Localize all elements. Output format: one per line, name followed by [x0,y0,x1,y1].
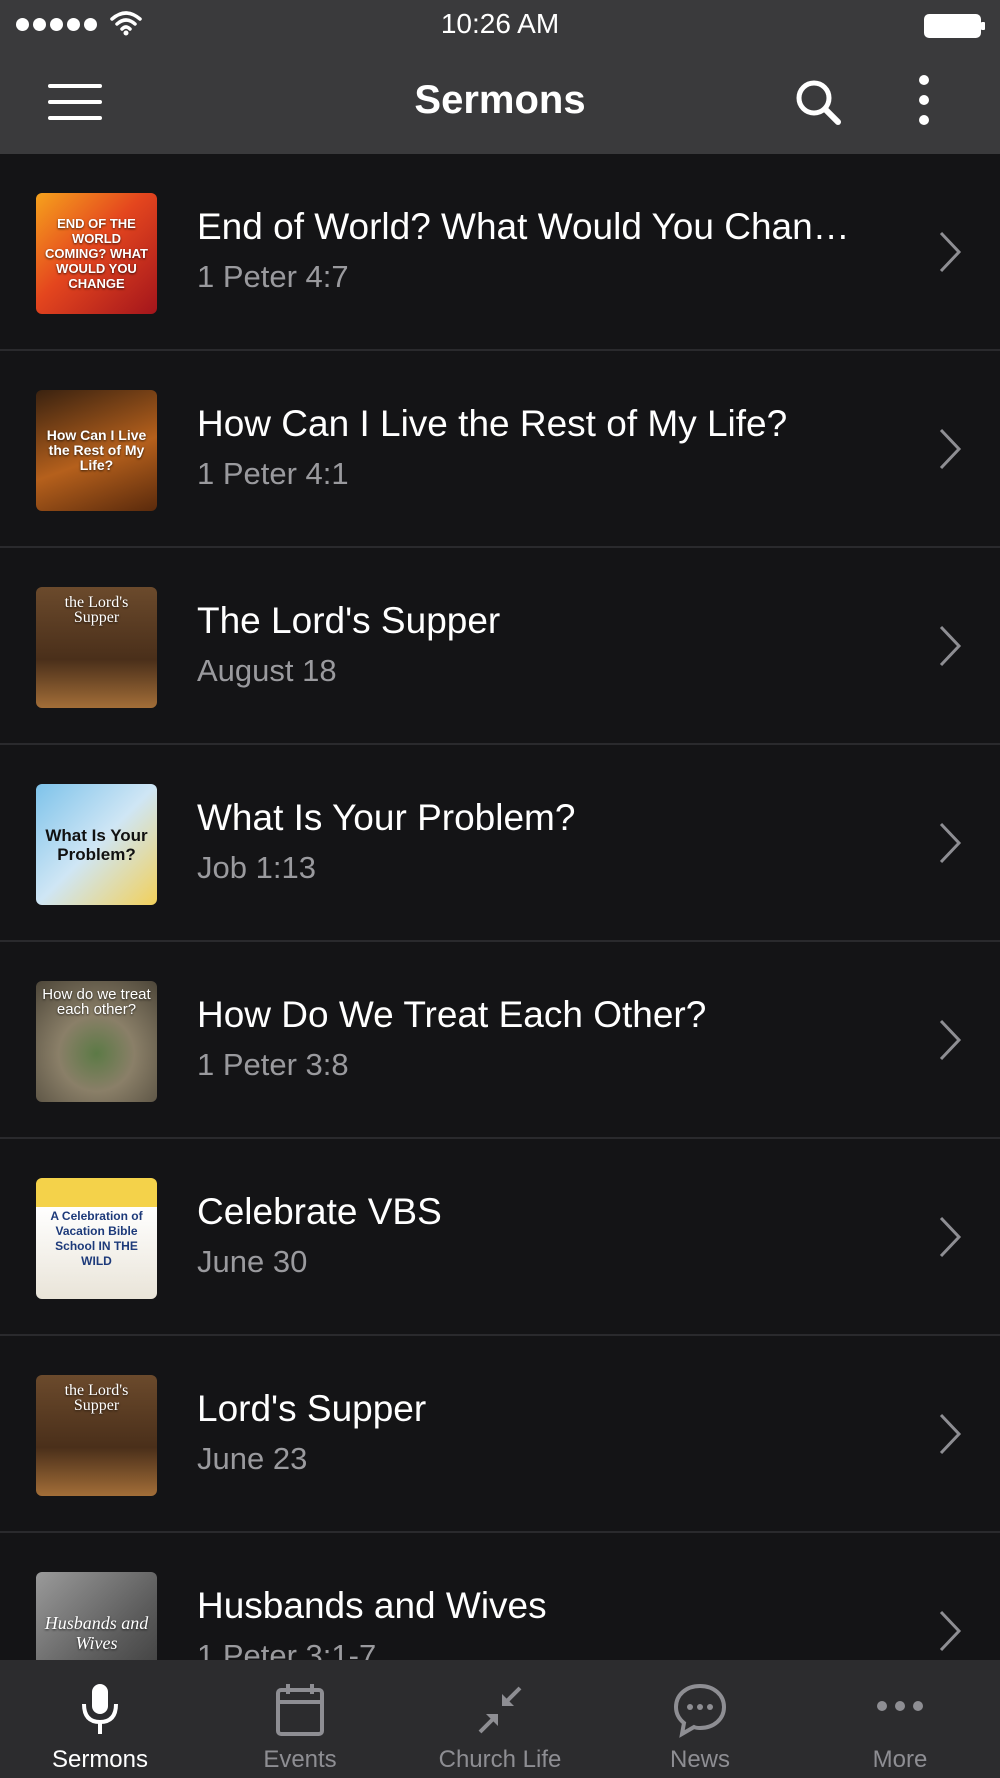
tab-label: More [872,1746,928,1773]
tab-label: Events [263,1746,337,1773]
tab-more[interactable]: More [800,1660,1000,1778]
chevron-right-icon [939,1216,962,1258]
chevron-right-icon [939,625,962,667]
sermon-subtitle: 1 Peter 3:1-7 [197,1638,377,1660]
sermon-row[interactable]: the Lord's Supper Lord's Supper June 23 [0,1336,1000,1533]
page-title: Sermons [414,78,586,122]
sermon-title: What Is Your Problem? [197,797,576,838]
sermon-title: Lord's Supper [197,1388,427,1429]
chevron-right-icon [939,231,962,273]
tab-events[interactable]: Events [200,1660,400,1778]
chevron-right-icon [939,428,962,470]
sermon-list: END OF THE WORLD COMING? WHAT WOULD YOU … [0,154,1000,1660]
sermon-thumbnail: What Is Your Problem? [36,784,157,905]
app-bar: Sermons [0,50,1000,154]
sermon-row[interactable]: How Can I Live the Rest of My Life? How … [0,351,1000,548]
sermon-title: How Do We Treat Each Other? [197,994,707,1035]
sermon-row[interactable]: A Celebration of Vacation Bible School I… [0,1139,1000,1336]
sermon-title: Celebrate VBS [197,1191,442,1232]
sermon-title: End of World? What Would You Chan… [197,206,850,247]
collapse-arrows-icon [478,1686,522,1734]
sermon-subtitle: August 18 [197,653,337,688]
tab-sermons[interactable]: Sermons [0,1660,200,1778]
sermon-thumbnail: END OF THE WORLD COMING? WHAT WOULD YOU … [36,193,157,314]
tab-bar: Sermons Events Church Life News More [0,1660,1000,1778]
sermon-subtitle: June 30 [197,1244,308,1279]
sermon-title: The Lord's Supper [197,600,501,641]
chevron-right-icon [939,1019,962,1061]
sermon-thumbnail: How do we treat each other? [36,981,157,1102]
sermon-row[interactable]: What Is Your Problem? What Is Your Probl… [0,745,1000,942]
battery-icon [924,14,985,38]
tab-label: Church Life [438,1746,562,1773]
chat-bubble-icon [673,1683,727,1738]
chevron-right-icon [939,822,962,864]
status-time: 10:26 AM [440,8,560,39]
sermon-thumbnail: the Lord's Supper [36,587,157,708]
search-icon[interactable] [794,78,842,126]
calendar-icon [276,1684,324,1736]
tab-news[interactable]: News [600,1660,800,1778]
chevron-right-icon [939,1413,962,1455]
sermon-subtitle: 1 Peter 4:1 [197,456,349,491]
sermon-subtitle: June 23 [197,1441,308,1476]
status-bar: 10:26 AM [0,0,1000,50]
sermon-thumbnail: the Lord's Supper [36,1375,157,1496]
sermon-title: Husbands and Wives [197,1585,547,1626]
sermon-thumbnail: A Celebration of Vacation Bible School I… [36,1178,157,1299]
chevron-right-icon [939,1610,962,1652]
overflow-menu-icon[interactable] [914,74,934,130]
sermon-thumbnail: Husbands and Wives [36,1572,157,1660]
sermon-row[interactable]: Husbands and Wives Husbands and Wives 1 … [0,1533,1000,1660]
sermon-subtitle: 1 Peter 3:8 [197,1047,349,1082]
microphone-icon [82,1684,118,1734]
sermon-title: How Can I Live the Rest of My Life? [197,403,788,444]
tab-label: News [669,1746,730,1773]
sermon-subtitle: Job 1:13 [197,850,316,885]
sermon-subtitle: 1 Peter 4:7 [197,259,349,294]
tab-church-life[interactable]: Church Life [400,1660,600,1778]
more-dots-icon [877,1701,923,1711]
sermon-row[interactable]: How do we treat each other? How Do We Tr… [0,942,1000,1139]
sermon-thumbnail: How Can I Live the Rest of My Life? [36,390,157,511]
tab-label: Sermons [51,1746,149,1773]
sermon-row[interactable]: the Lord's Supper The Lord's Supper Augu… [0,548,1000,745]
sermon-row[interactable]: END OF THE WORLD COMING? WHAT WOULD YOU … [0,154,1000,351]
